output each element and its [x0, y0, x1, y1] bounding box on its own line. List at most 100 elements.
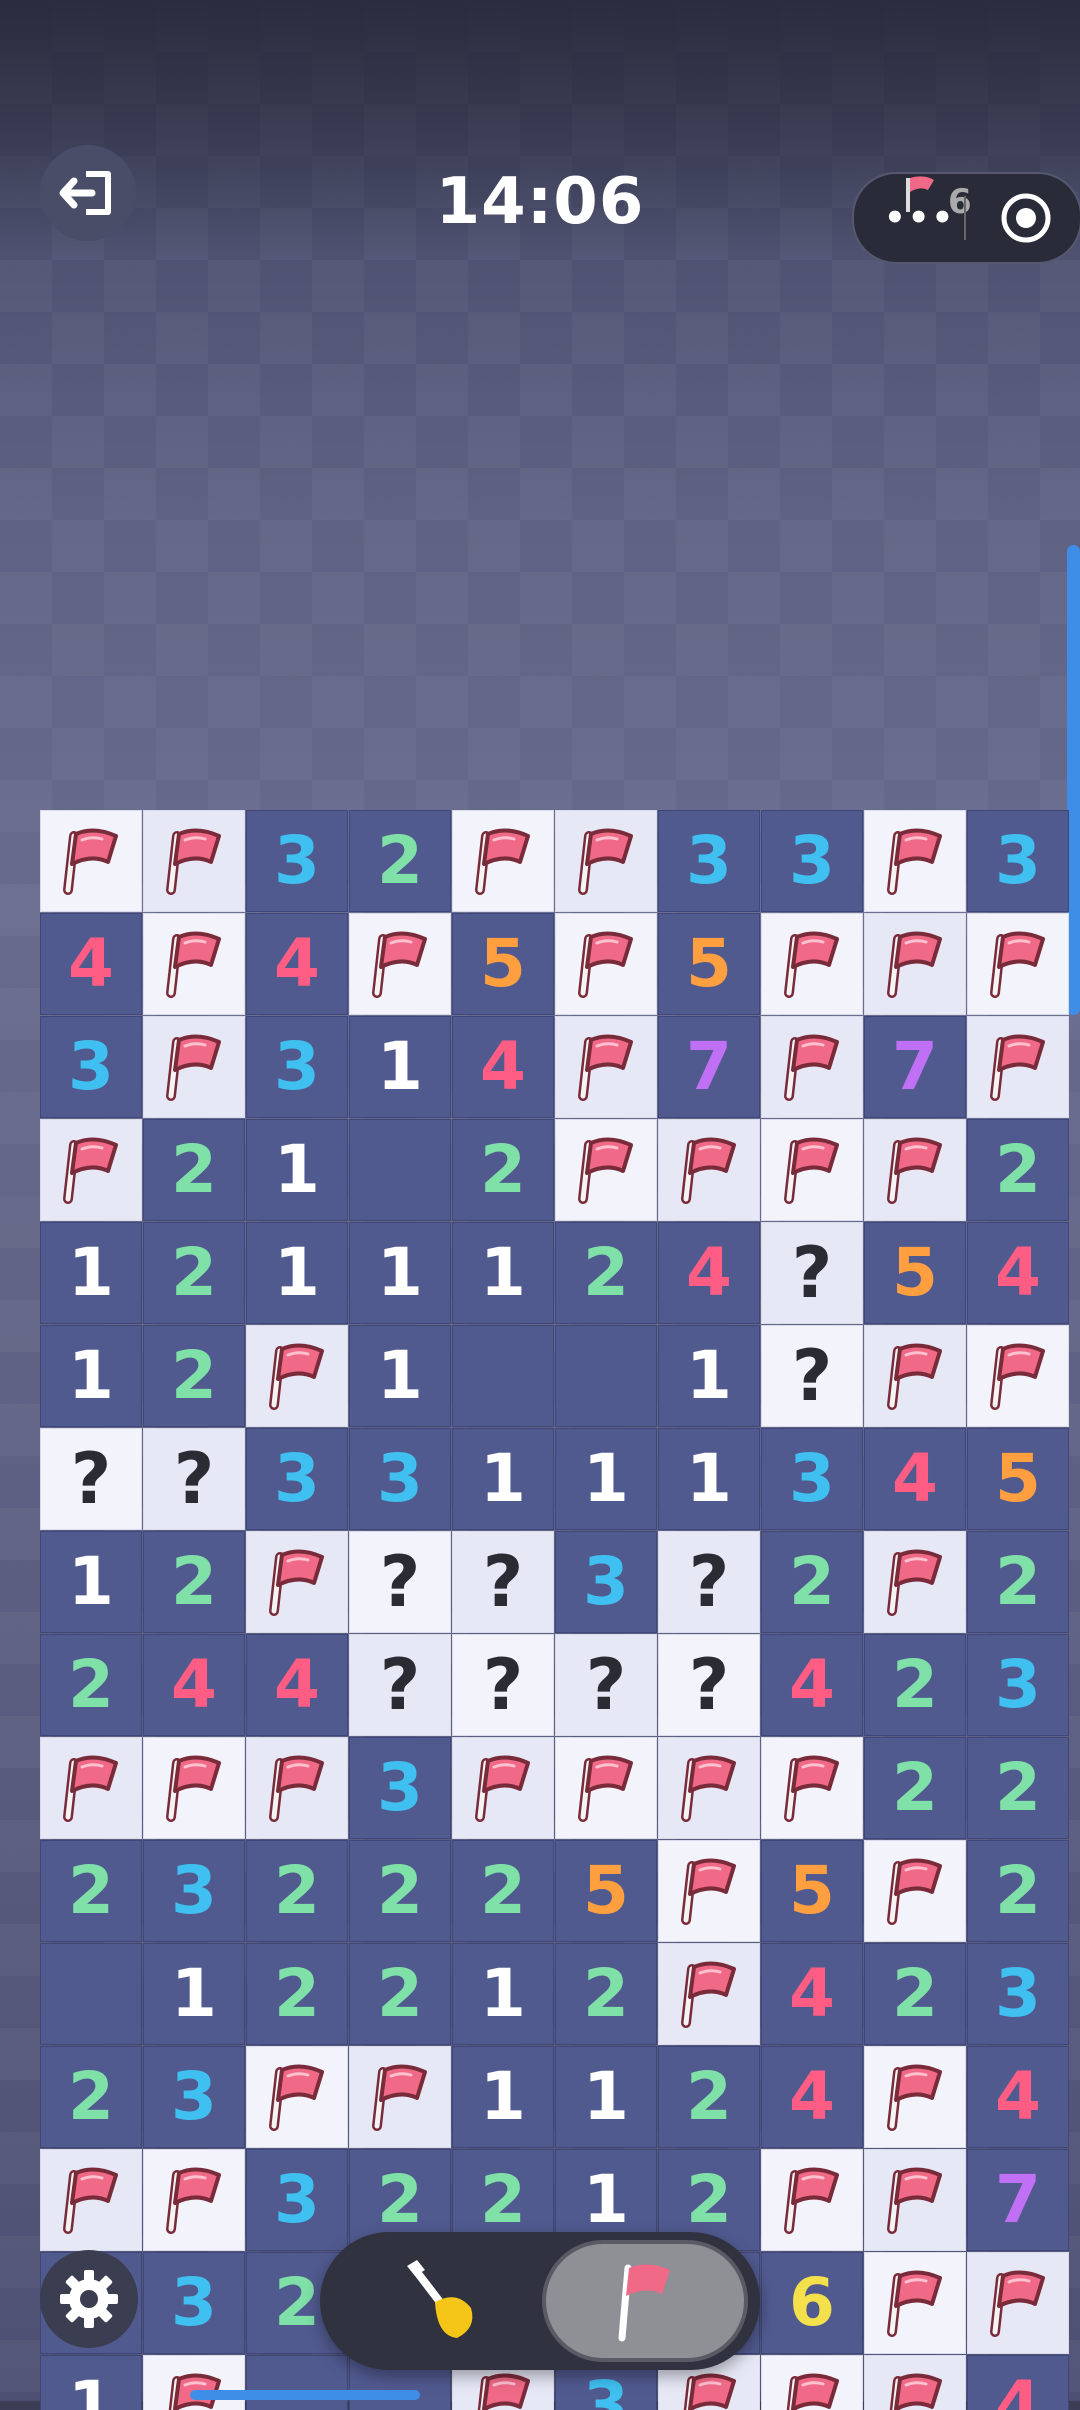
flagged-cell[interactable] — [452, 810, 554, 912]
number-cell[interactable]: 1 — [40, 1531, 142, 1633]
number-cell[interactable]: 1 — [40, 2355, 142, 2410]
number-cell[interactable]: 2 — [40, 1634, 142, 1736]
number-cell[interactable]: 7 — [864, 1016, 966, 1118]
flagged-cell[interactable] — [864, 2149, 966, 2251]
question-cell[interactable]: ? — [658, 1531, 760, 1633]
flagged-cell[interactable] — [967, 913, 1069, 1015]
number-cell[interactable]: 2 — [143, 1325, 245, 1427]
number-cell[interactable]: 2 — [452, 1840, 554, 1942]
miniprogram-capsule[interactable]: ••• 6 — [852, 172, 1080, 264]
number-cell[interactable]: 4 — [143, 1634, 245, 1736]
number-cell[interactable]: 1 — [555, 2046, 657, 2148]
flagged-cell[interactable] — [452, 1737, 554, 1839]
flagged-cell[interactable] — [143, 2355, 245, 2410]
flagged-cell[interactable] — [864, 1119, 966, 1221]
number-cell[interactable]: 7 — [967, 2149, 1069, 2251]
number-cell[interactable]: 2 — [40, 1840, 142, 1942]
number-cell[interactable]: 5 — [555, 1840, 657, 1942]
number-cell[interactable]: 1 — [40, 1222, 142, 1324]
number-cell[interactable]: 1 — [349, 1016, 451, 1118]
number-cell[interactable]: 2 — [246, 1943, 348, 2045]
flagged-cell[interactable] — [143, 1737, 245, 1839]
number-cell[interactable]: 4 — [658, 1222, 760, 1324]
number-cell[interactable]: 3 — [246, 1428, 348, 1530]
number-cell[interactable]: 6 — [761, 2252, 863, 2354]
number-cell[interactable]: 3 — [967, 1943, 1069, 2045]
flagged-cell[interactable] — [40, 810, 142, 912]
number-cell[interactable]: 4 — [967, 2046, 1069, 2148]
target-icon[interactable] — [1000, 192, 1052, 244]
empty-cell[interactable] — [40, 1943, 142, 2045]
number-cell[interactable]: 2 — [967, 1531, 1069, 1633]
number-cell[interactable]: 3 — [246, 1016, 348, 1118]
empty-cell[interactable] — [555, 1325, 657, 1427]
settings-button[interactable] — [40, 2250, 138, 2348]
number-cell[interactable]: 2 — [452, 1119, 554, 1221]
number-cell[interactable]: 3 — [349, 1428, 451, 1530]
number-cell[interactable]: 4 — [761, 2046, 863, 2148]
flagged-cell[interactable] — [967, 1325, 1069, 1427]
question-cell[interactable]: ? — [349, 1531, 451, 1633]
number-cell[interactable]: 5 — [761, 1840, 863, 1942]
number-cell[interactable]: 5 — [658, 913, 760, 1015]
empty-cell[interactable] — [452, 1325, 554, 1427]
flagged-cell[interactable] — [658, 1119, 760, 1221]
flagged-cell[interactable] — [658, 1943, 760, 2045]
number-cell[interactable]: 1 — [40, 1325, 142, 1427]
flagged-cell[interactable] — [555, 1737, 657, 1839]
flagged-cell[interactable] — [349, 913, 451, 1015]
flagged-cell[interactable] — [555, 810, 657, 912]
number-cell[interactable]: 3 — [761, 1428, 863, 1530]
flagged-cell[interactable] — [40, 2149, 142, 2251]
flagged-cell[interactable] — [864, 810, 966, 912]
number-cell[interactable]: 4 — [967, 1222, 1069, 1324]
number-cell[interactable]: 4 — [967, 2355, 1069, 2410]
flagged-cell[interactable] — [40, 1737, 142, 1839]
number-cell[interactable]: 2 — [349, 1840, 451, 1942]
number-cell[interactable]: 2 — [658, 2046, 760, 2148]
number-cell[interactable]: 2 — [864, 1737, 966, 1839]
empty-cell[interactable] — [349, 1119, 451, 1221]
flagged-cell[interactable] — [761, 1119, 863, 1221]
number-cell[interactable]: 1 — [349, 1222, 451, 1324]
number-cell[interactable]: 1 — [658, 1428, 760, 1530]
number-cell[interactable]: 1 — [246, 1119, 348, 1221]
number-cell[interactable]: 4 — [761, 1943, 863, 2045]
number-cell[interactable]: 4 — [246, 1634, 348, 1736]
flagged-cell[interactable] — [864, 2252, 966, 2354]
flagged-cell[interactable] — [246, 1737, 348, 1839]
flagged-cell[interactable] — [761, 2355, 863, 2410]
number-cell[interactable]: 2 — [143, 1531, 245, 1633]
question-cell[interactable]: ? — [658, 1634, 760, 1736]
flagged-cell[interactable] — [658, 1737, 760, 1839]
flagged-cell[interactable] — [658, 1840, 760, 1942]
number-cell[interactable]: 2 — [967, 1840, 1069, 1942]
number-cell[interactable]: 2 — [555, 1943, 657, 2045]
number-cell[interactable]: 1 — [658, 1325, 760, 1427]
flagged-cell[interactable] — [864, 2046, 966, 2148]
number-cell[interactable]: 2 — [555, 1222, 657, 1324]
empty-cell[interactable] — [246, 2355, 348, 2410]
dig-mode-button[interactable] — [350, 2246, 530, 2356]
flagged-cell[interactable] — [246, 1531, 348, 1633]
flagged-cell[interactable] — [761, 1016, 863, 1118]
flagged-cell[interactable] — [864, 1531, 966, 1633]
number-cell[interactable]: 2 — [349, 1943, 451, 2045]
number-cell[interactable]: 1 — [452, 1428, 554, 1530]
flagged-cell[interactable] — [555, 913, 657, 1015]
flagged-cell[interactable] — [967, 2252, 1069, 2354]
flagged-cell[interactable] — [761, 913, 863, 1015]
number-cell[interactable]: 2 — [864, 1634, 966, 1736]
flagged-cell[interactable] — [143, 1016, 245, 1118]
number-cell[interactable]: 5 — [452, 913, 554, 1015]
flagged-cell[interactable] — [246, 1325, 348, 1427]
flagged-cell[interactable] — [864, 913, 966, 1015]
number-cell[interactable]: 2 — [246, 1840, 348, 1942]
question-cell[interactable]: ? — [40, 1428, 142, 1530]
number-cell[interactable]: 4 — [761, 1634, 863, 1736]
number-cell[interactable]: 4 — [246, 913, 348, 1015]
number-cell[interactable]: 1 — [246, 1222, 348, 1324]
number-cell[interactable]: 1 — [452, 2046, 554, 2148]
question-cell[interactable]: ? — [452, 1634, 554, 1736]
number-cell[interactable]: 3 — [967, 1634, 1069, 1736]
